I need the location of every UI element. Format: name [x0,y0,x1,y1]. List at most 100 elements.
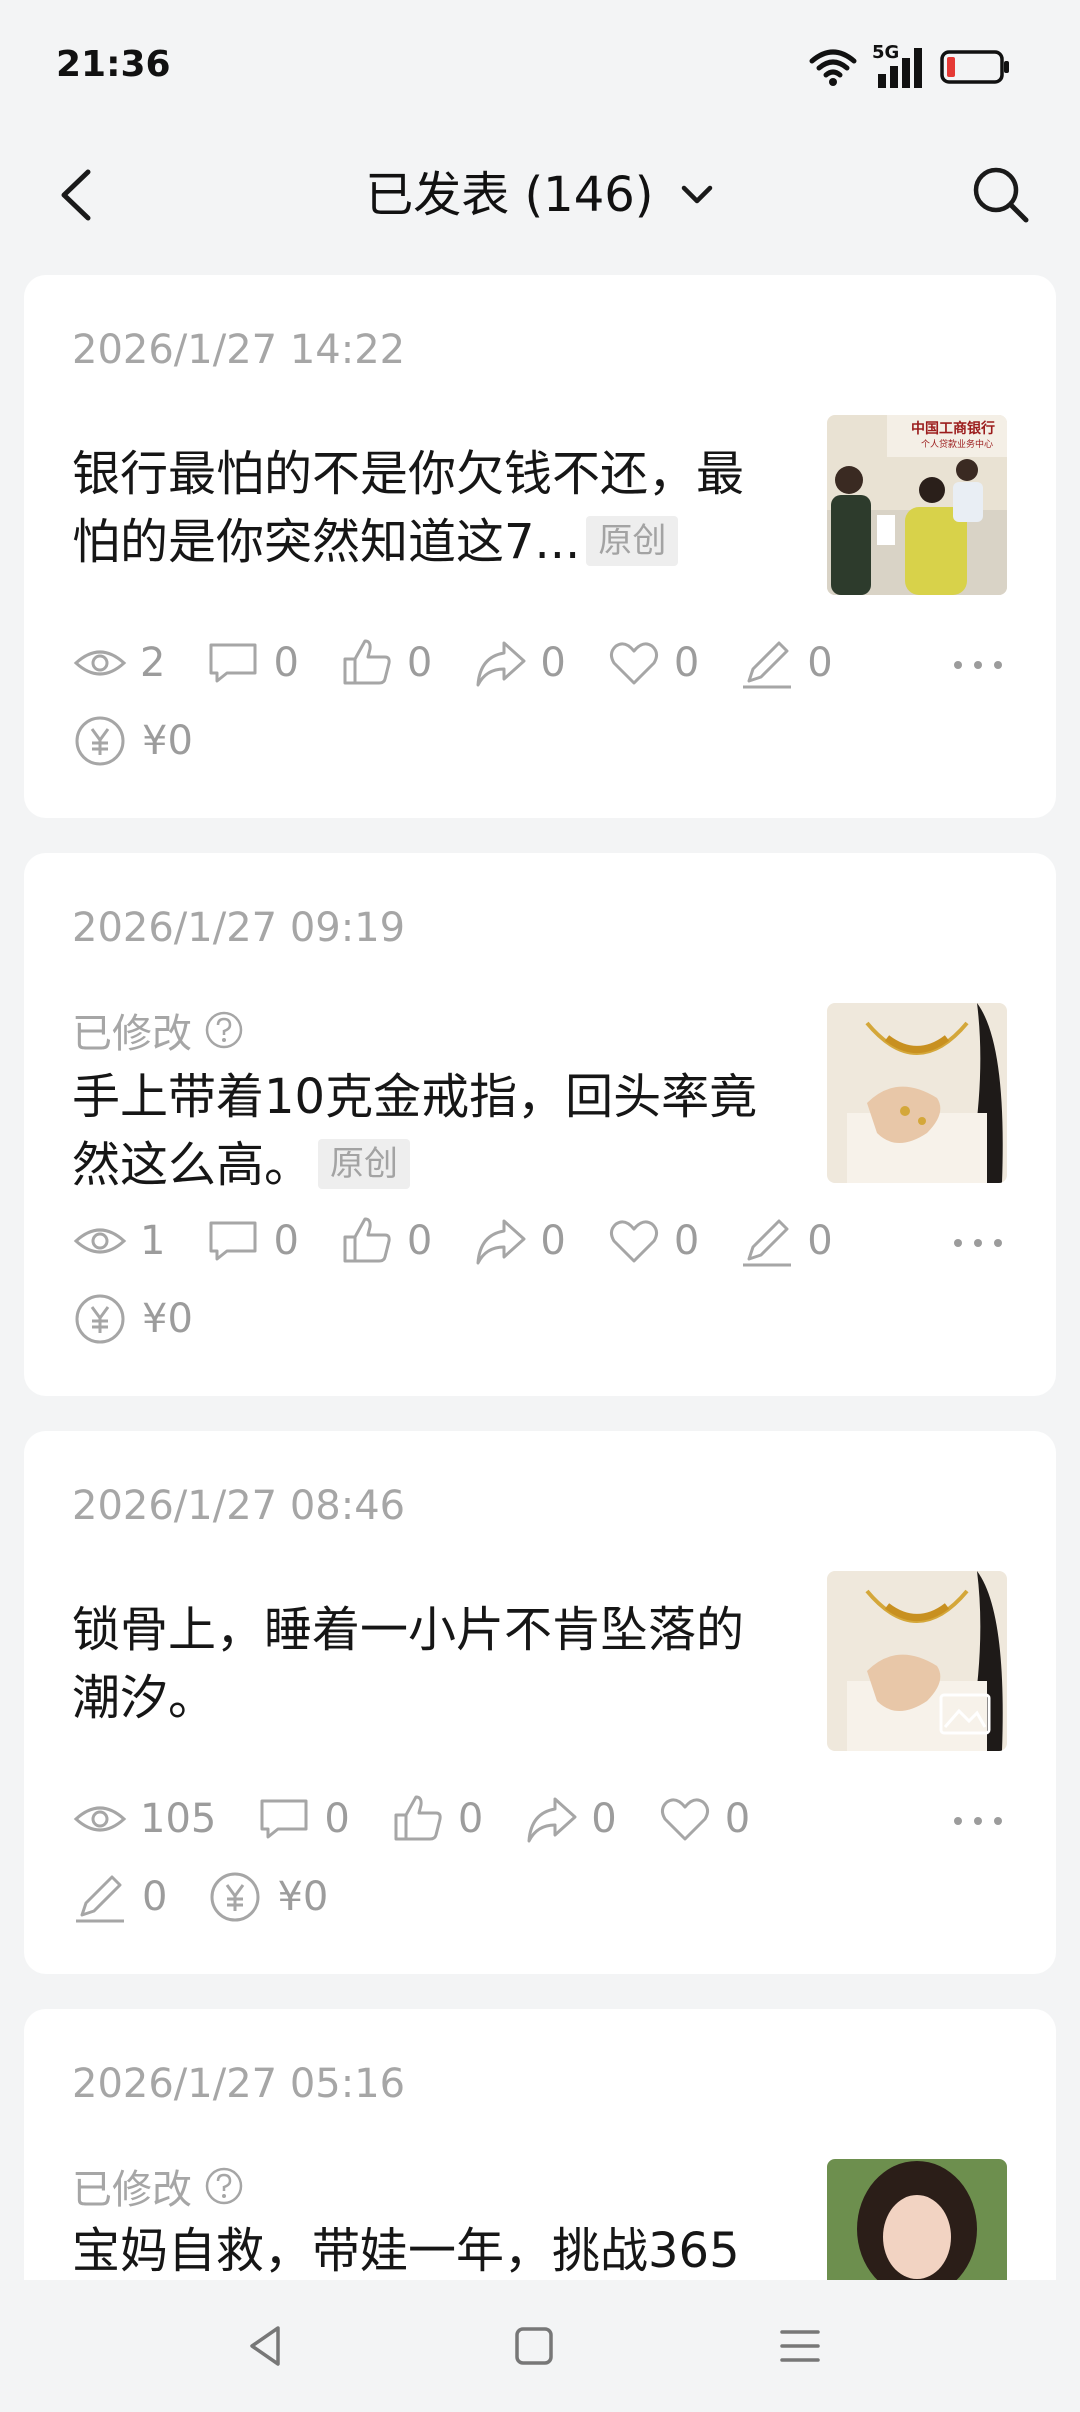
gold-necklace-photo [827,1571,1007,1751]
edits-count: 0 [142,1874,168,1920]
heart-icon [609,1220,658,1263]
likes-stat: 0 [339,635,432,691]
signal-icon: 5G [872,42,926,88]
wifi-icon [809,49,857,86]
post-stats: 105 0 0 0 0 [72,1789,1008,1849]
income-stat: ¥0 [72,711,193,771]
pencil-icon [743,641,792,689]
post-date: 2026/1/27 14:22 [72,327,406,373]
shares-count: 0 [540,1218,566,1264]
shares-count: 0 [591,1796,617,1842]
pencil-icon [76,1875,124,1923]
system-nav-bar [0,2280,1080,2412]
nav-home-icon[interactable] [506,2318,562,2374]
post-title-text: 锁骨上，睡着一小片不肯坠落的潮汐。 [72,1602,745,1726]
likes-count: 0 [457,1796,484,1842]
share-icon [476,1219,526,1265]
income-amount: ¥0 [142,1296,193,1342]
modified-text: 已修改 [72,2167,192,2213]
status-time: 21:36 [56,44,171,85]
post-title-text: 宝妈自救，带娃一年，挑战365 [72,2223,740,2279]
more-icon[interactable] [952,655,1004,675]
favorites-stat: 0 [606,635,699,691]
status-bar: 21:36 5G [0,0,1080,140]
page-title-dropdown[interactable]: 已发表 (146) [0,160,1080,230]
eye-icon [73,1228,127,1254]
edits-stat: 0 [739,1213,833,1269]
post-thumbnail[interactable]: 中国工商银行 个人贷款业务中心 [827,415,1007,595]
likes-count: 0 [406,640,433,686]
original-tag: 原创 [586,516,679,566]
help-icon[interactable] [204,1010,244,1050]
shares-stat: 0 [472,1213,566,1269]
status-icons: 5G [808,42,1010,88]
chevron-down-icon [681,185,713,204]
post-title: 银行最怕的不是你欠钱不还，最怕的是你突然知道这7... 原创 [72,440,772,576]
views-stat: 105 [72,1791,216,1847]
share-icon [527,1797,577,1843]
post-title: 宝妈自救，带娃一年，挑战365 [72,2217,772,2285]
post-date: 2026/1/27 08:46 [72,1483,406,1529]
post-stats: 1 0 0 0 0 0 [72,1211,1008,1271]
thumb-caption: 中国工商银行 [911,421,995,437]
comment-icon [209,643,257,683]
modified-text: 已修改 [72,1011,192,1057]
modified-label: 已修改 [72,1001,244,1059]
share-icon [476,641,526,687]
comment-icon [260,1799,308,1839]
post-card[interactable]: 2026/1/27 09:19 已修改 手上带着10克金戒指，回头率竟然这么高。… [24,853,1056,1396]
heart-icon [660,1798,709,1841]
post-date: 2026/1/27 05:16 [72,2061,406,2107]
edits-count: 0 [807,640,833,686]
pencil-icon [743,1219,792,1267]
post-title-text: 手上带着10克金戒指，回头率竟然这么高。 [72,1069,758,1193]
post-card[interactable]: 2026/1/27 14:22 银行最怕的不是你欠钱不还，最怕的是你突然知道这7… [24,275,1056,818]
page: 21:36 5G 已发表 (146) 2026/1/27 14:22 银行最怕的… [0,0,1080,2412]
nav-menu-icon[interactable] [772,2318,828,2374]
post-thumbnail[interactable] [827,1003,1007,1183]
eye-icon [73,1806,127,1832]
likes-stat: 0 [339,1213,432,1269]
edits-stat: 0 [72,1869,167,1925]
thumb-subcaption: 个人贷款业务中心 [921,440,994,450]
network-type: 5G [872,42,900,63]
comments-stat: 0 [205,1213,299,1269]
post-stats: 2 0 0 0 0 0 [72,633,1008,693]
original-tag: 原创 [318,1139,411,1189]
more-icon[interactable] [952,1233,1004,1253]
yuan-icon [75,1294,125,1344]
eye-icon [73,650,127,676]
yuan-icon [210,1872,260,1922]
modified-label: 已修改 [72,2157,244,2215]
views-stat: 1 [72,1213,165,1269]
views-count: 2 [140,640,166,686]
likes-count: 0 [406,1218,433,1264]
help-icon[interactable] [204,2166,244,2206]
comments-count: 0 [273,640,299,686]
post-title: 锁骨上，睡着一小片不肯坠落的潮汐。 [72,1596,772,1732]
favorites-stat: 0 [657,1791,750,1847]
yuan-icon [75,716,125,766]
edits-and-income-row: 0 ¥0 [72,1867,368,1927]
favorites-count: 0 [724,1796,751,1842]
comments-count: 0 [324,1796,350,1842]
thumbs-up-icon [394,1795,442,1841]
income-amount: ¥0 [142,718,193,764]
shares-count: 0 [540,640,566,686]
views-count: 105 [140,1796,217,1842]
search-icon[interactable] [968,162,1032,226]
edits-stat: 0 [739,635,833,691]
favorites-stat: 0 [606,1213,699,1269]
post-thumbnail[interactable] [827,1571,1007,1751]
comments-count: 0 [273,1218,299,1264]
more-icon[interactable] [952,1811,1004,1831]
heart-icon [609,642,658,685]
thumbs-up-icon [343,639,391,685]
income-stat: ¥0 [207,1869,328,1925]
nav-back-icon[interactable] [238,2318,294,2374]
gold-necklace-photo [827,1003,1007,1183]
views-count: 1 [140,1218,166,1264]
post-card[interactable]: 2026/1/27 08:46 锁骨上，睡着一小片不肯坠落的潮汐。 105 0 … [24,1431,1056,1974]
post-title: 手上带着10克金戒指，回头率竟然这么高。 原创 [72,1063,772,1199]
shares-stat: 0 [472,635,566,691]
